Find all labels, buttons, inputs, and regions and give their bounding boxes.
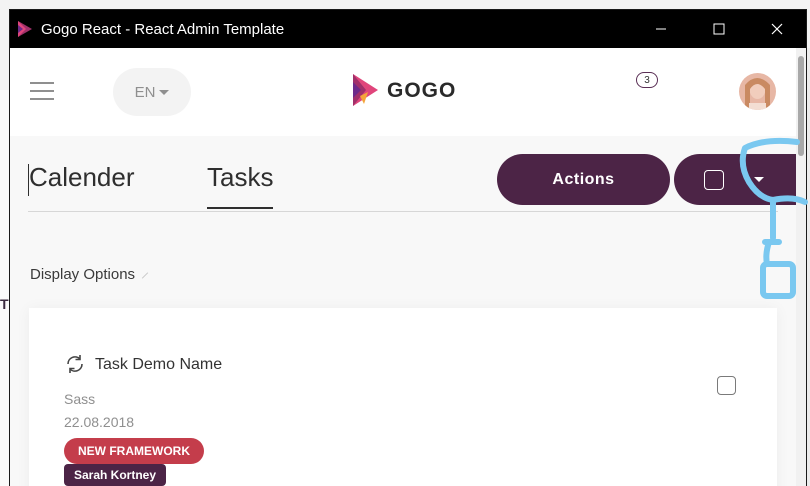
vertical-scrollbar[interactable] xyxy=(796,48,806,486)
select-all-dropdown-button[interactable] xyxy=(674,154,806,205)
main-content: Calender Tasks Actions Display Options T… xyxy=(10,136,806,486)
background-app-edge-right xyxy=(806,48,810,486)
top-navigation: EN GOGO 3 xyxy=(10,48,806,136)
language-label: EN xyxy=(134,83,156,101)
task-title[interactable]: Task Demo Name xyxy=(95,356,222,374)
background-app-edge xyxy=(0,90,10,486)
tabs-divider xyxy=(28,211,778,212)
logo-text: GOGO xyxy=(387,79,457,102)
browser-window: Gogo React - React Admin Template EN GOG… xyxy=(10,10,806,486)
language-selector[interactable]: EN xyxy=(113,68,191,116)
task-category: Sass xyxy=(64,391,96,407)
refresh-icon xyxy=(67,355,83,373)
task-checkbox[interactable] xyxy=(717,376,736,395)
hamburger-icon[interactable] xyxy=(30,82,54,100)
maximize-icon[interactable] xyxy=(690,10,748,48)
assignee-badge: Sarah Kortney xyxy=(64,464,167,486)
notification-badge[interactable]: 3 xyxy=(636,72,658,88)
window-titlebar[interactable]: Gogo React - React Admin Template xyxy=(10,10,806,48)
app-logo-icon xyxy=(18,21,32,37)
window-title: Gogo React - React Admin Template xyxy=(41,21,285,38)
status-badge: NEW FRAMEWORK xyxy=(64,438,204,464)
chevron-down-icon[interactable] xyxy=(754,177,764,182)
background-app-text: T xyxy=(0,296,9,312)
actions-button[interactable]: Actions xyxy=(497,154,670,205)
chevron-icon xyxy=(141,271,149,279)
logo-mark-icon xyxy=(353,74,378,106)
task-card[interactable]: Task Demo Name Sass 22.08.2018 NEW FRAME… xyxy=(29,308,777,486)
tab-calender[interactable]: Calender xyxy=(29,162,135,193)
minimize-icon[interactable] xyxy=(632,10,690,48)
avatar[interactable] xyxy=(739,73,776,110)
display-options-toggle[interactable]: Display Options xyxy=(30,266,149,283)
task-date: 22.08.2018 xyxy=(64,414,135,430)
select-all-checkbox[interactable] xyxy=(704,170,724,190)
brand-logo[interactable]: GOGO xyxy=(350,72,460,108)
close-icon[interactable] xyxy=(748,10,806,48)
desktop-background: T Gogo React - React Admin Template EN G… xyxy=(0,0,810,486)
chevron-down-icon xyxy=(159,89,170,95)
scrollbar-thumb[interactable] xyxy=(798,56,804,156)
display-options-label: Display Options xyxy=(30,266,136,283)
tab-tasks[interactable]: Tasks xyxy=(207,162,274,209)
